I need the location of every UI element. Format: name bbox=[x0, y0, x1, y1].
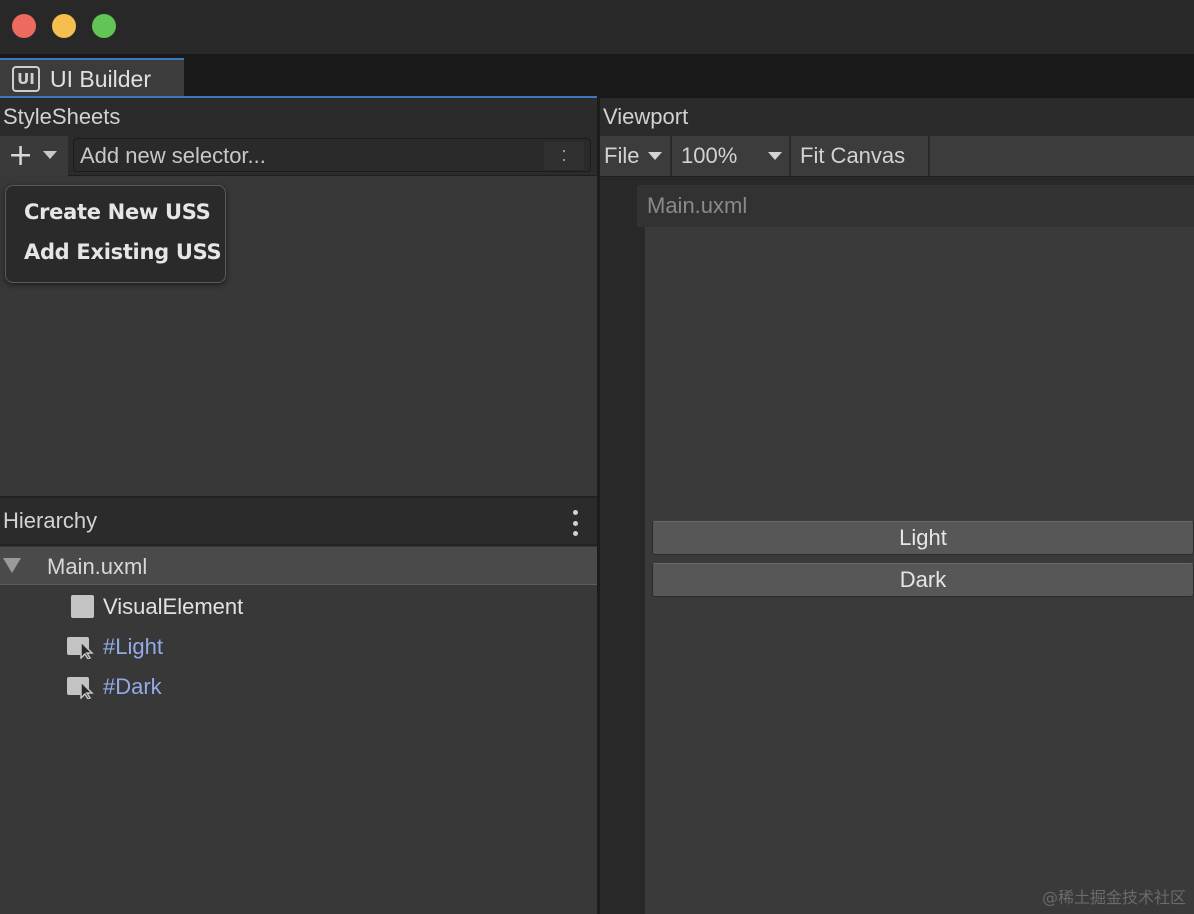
plus-icon: + bbox=[8, 138, 34, 173]
menu-item-add-existing-uss[interactable]: Add Existing USS bbox=[6, 240, 225, 280]
button-element-icon bbox=[67, 637, 94, 659]
tree-item-light[interactable]: #Light bbox=[0, 628, 597, 666]
left-panel: StyleSheets + Add new selector... : Crea… bbox=[0, 98, 597, 914]
stylesheets-header: StyleSheets bbox=[0, 98, 597, 136]
expand-arrow-icon[interactable] bbox=[3, 558, 21, 573]
viewport-canvas-area: Main.uxml Light Dark bbox=[600, 177, 1194, 914]
light-button[interactable]: Light bbox=[652, 521, 1194, 555]
fit-canvas-button[interactable]: Fit Canvas bbox=[791, 136, 930, 176]
canvas-header[interactable]: Main.uxml bbox=[637, 185, 1194, 227]
visual-element-icon bbox=[71, 595, 94, 618]
fit-canvas-label: Fit Canvas bbox=[800, 143, 906, 168]
tree-item-label: #Dark bbox=[103, 674, 162, 699]
hierarchy-header: Hierarchy bbox=[0, 498, 597, 544]
add-stylesheet-menu: Create New USS Add Existing USS bbox=[5, 185, 226, 283]
hierarchy-root-row[interactable]: Main.uxml bbox=[0, 547, 597, 585]
more-options-icon[interactable] bbox=[571, 510, 579, 536]
viewport-toolbar: File 100% Fit Canvas bbox=[600, 136, 1194, 177]
dark-button[interactable]: Dark bbox=[652, 563, 1194, 597]
chevron-down-icon bbox=[43, 151, 57, 159]
viewport-header: Viewport bbox=[600, 98, 1194, 136]
chevron-down-icon bbox=[768, 152, 782, 160]
minimize-window-button[interactable] bbox=[52, 14, 76, 38]
tree-item-label: VisualElement bbox=[103, 594, 244, 619]
hierarchy-title: Hierarchy bbox=[3, 508, 98, 533]
stylesheets-toolbar: + Add new selector... : bbox=[0, 136, 597, 176]
ui-builder-icon: UI bbox=[12, 66, 40, 92]
close-window-button[interactable] bbox=[12, 14, 36, 38]
tab-ui-builder[interactable]: UI UI Builder bbox=[0, 58, 184, 98]
zoom-window-button[interactable] bbox=[92, 14, 116, 38]
selector-placeholder: Add new selector... bbox=[80, 143, 266, 168]
chevron-down-icon bbox=[648, 152, 662, 160]
tree-item-dark[interactable]: #Dark bbox=[0, 668, 597, 706]
tab-strip: UI UI Builder bbox=[0, 54, 1194, 98]
zoom-dropdown[interactable]: 100% bbox=[673, 136, 791, 176]
menu-item-create-new-uss[interactable]: Create New USS bbox=[6, 200, 225, 240]
file-menu-button[interactable]: File bbox=[600, 136, 672, 176]
watermark: @稀土掘金技术社区 bbox=[1041, 888, 1186, 907]
add-stylesheet-button[interactable]: + bbox=[0, 136, 68, 176]
file-menu-label: File bbox=[604, 143, 640, 168]
tab-label: UI Builder bbox=[50, 65, 151, 92]
window-titlebar bbox=[0, 0, 1194, 54]
hierarchy-root-label: Main.uxml bbox=[47, 554, 148, 579]
pseudo-class-button[interactable]: : bbox=[544, 142, 584, 170]
tree-item-visualelement[interactable]: VisualElement bbox=[0, 588, 597, 626]
selector-input[interactable]: Add new selector... : bbox=[73, 138, 591, 172]
tree-item-label: #Light bbox=[103, 634, 163, 659]
divider bbox=[0, 544, 597, 546]
canvas-title: Main.uxml bbox=[647, 193, 748, 218]
zoom-value: 100% bbox=[681, 143, 738, 168]
button-element-icon bbox=[67, 677, 94, 699]
